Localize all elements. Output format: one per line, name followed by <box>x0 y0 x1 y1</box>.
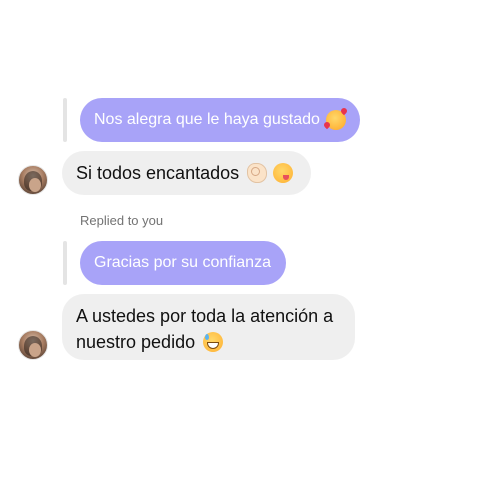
message-text: Si todos encantados <box>76 162 240 183</box>
smiling-face-with-hearts-icon <box>325 110 346 130</box>
reply-bubble[interactable]: Gracias por su confianza <box>80 241 286 285</box>
message-bubble[interactable]: Si todos encantados <box>62 151 311 195</box>
face-savoring-food-icon <box>273 163 294 183</box>
message-bubble[interactable]: A ustedes por toda la atención a nuestro… <box>62 294 355 360</box>
message-text: nuestro pedido <box>76 332 196 352</box>
message-line: A ustedes por toda la atención a <box>76 306 334 326</box>
reply-text: Gracias por su confianza <box>94 254 271 271</box>
grinning-face-with-sweat-icon <box>203 332 224 352</box>
ok-hand-icon <box>247 163 268 183</box>
reply-text: Nos alegra que le haya gustado <box>94 111 320 128</box>
avatar[interactable] <box>18 330 48 360</box>
reply-indicator-bar <box>63 241 67 285</box>
reply-bubble[interactable]: Nos alegra que le haya gustado <box>80 98 360 142</box>
reply-indicator-bar <box>63 98 67 142</box>
message-line-with-emoji: nuestro pedido <box>76 329 341 355</box>
replied-to-you-label: Replied to you <box>80 213 164 228</box>
avatar[interactable] <box>18 165 48 195</box>
